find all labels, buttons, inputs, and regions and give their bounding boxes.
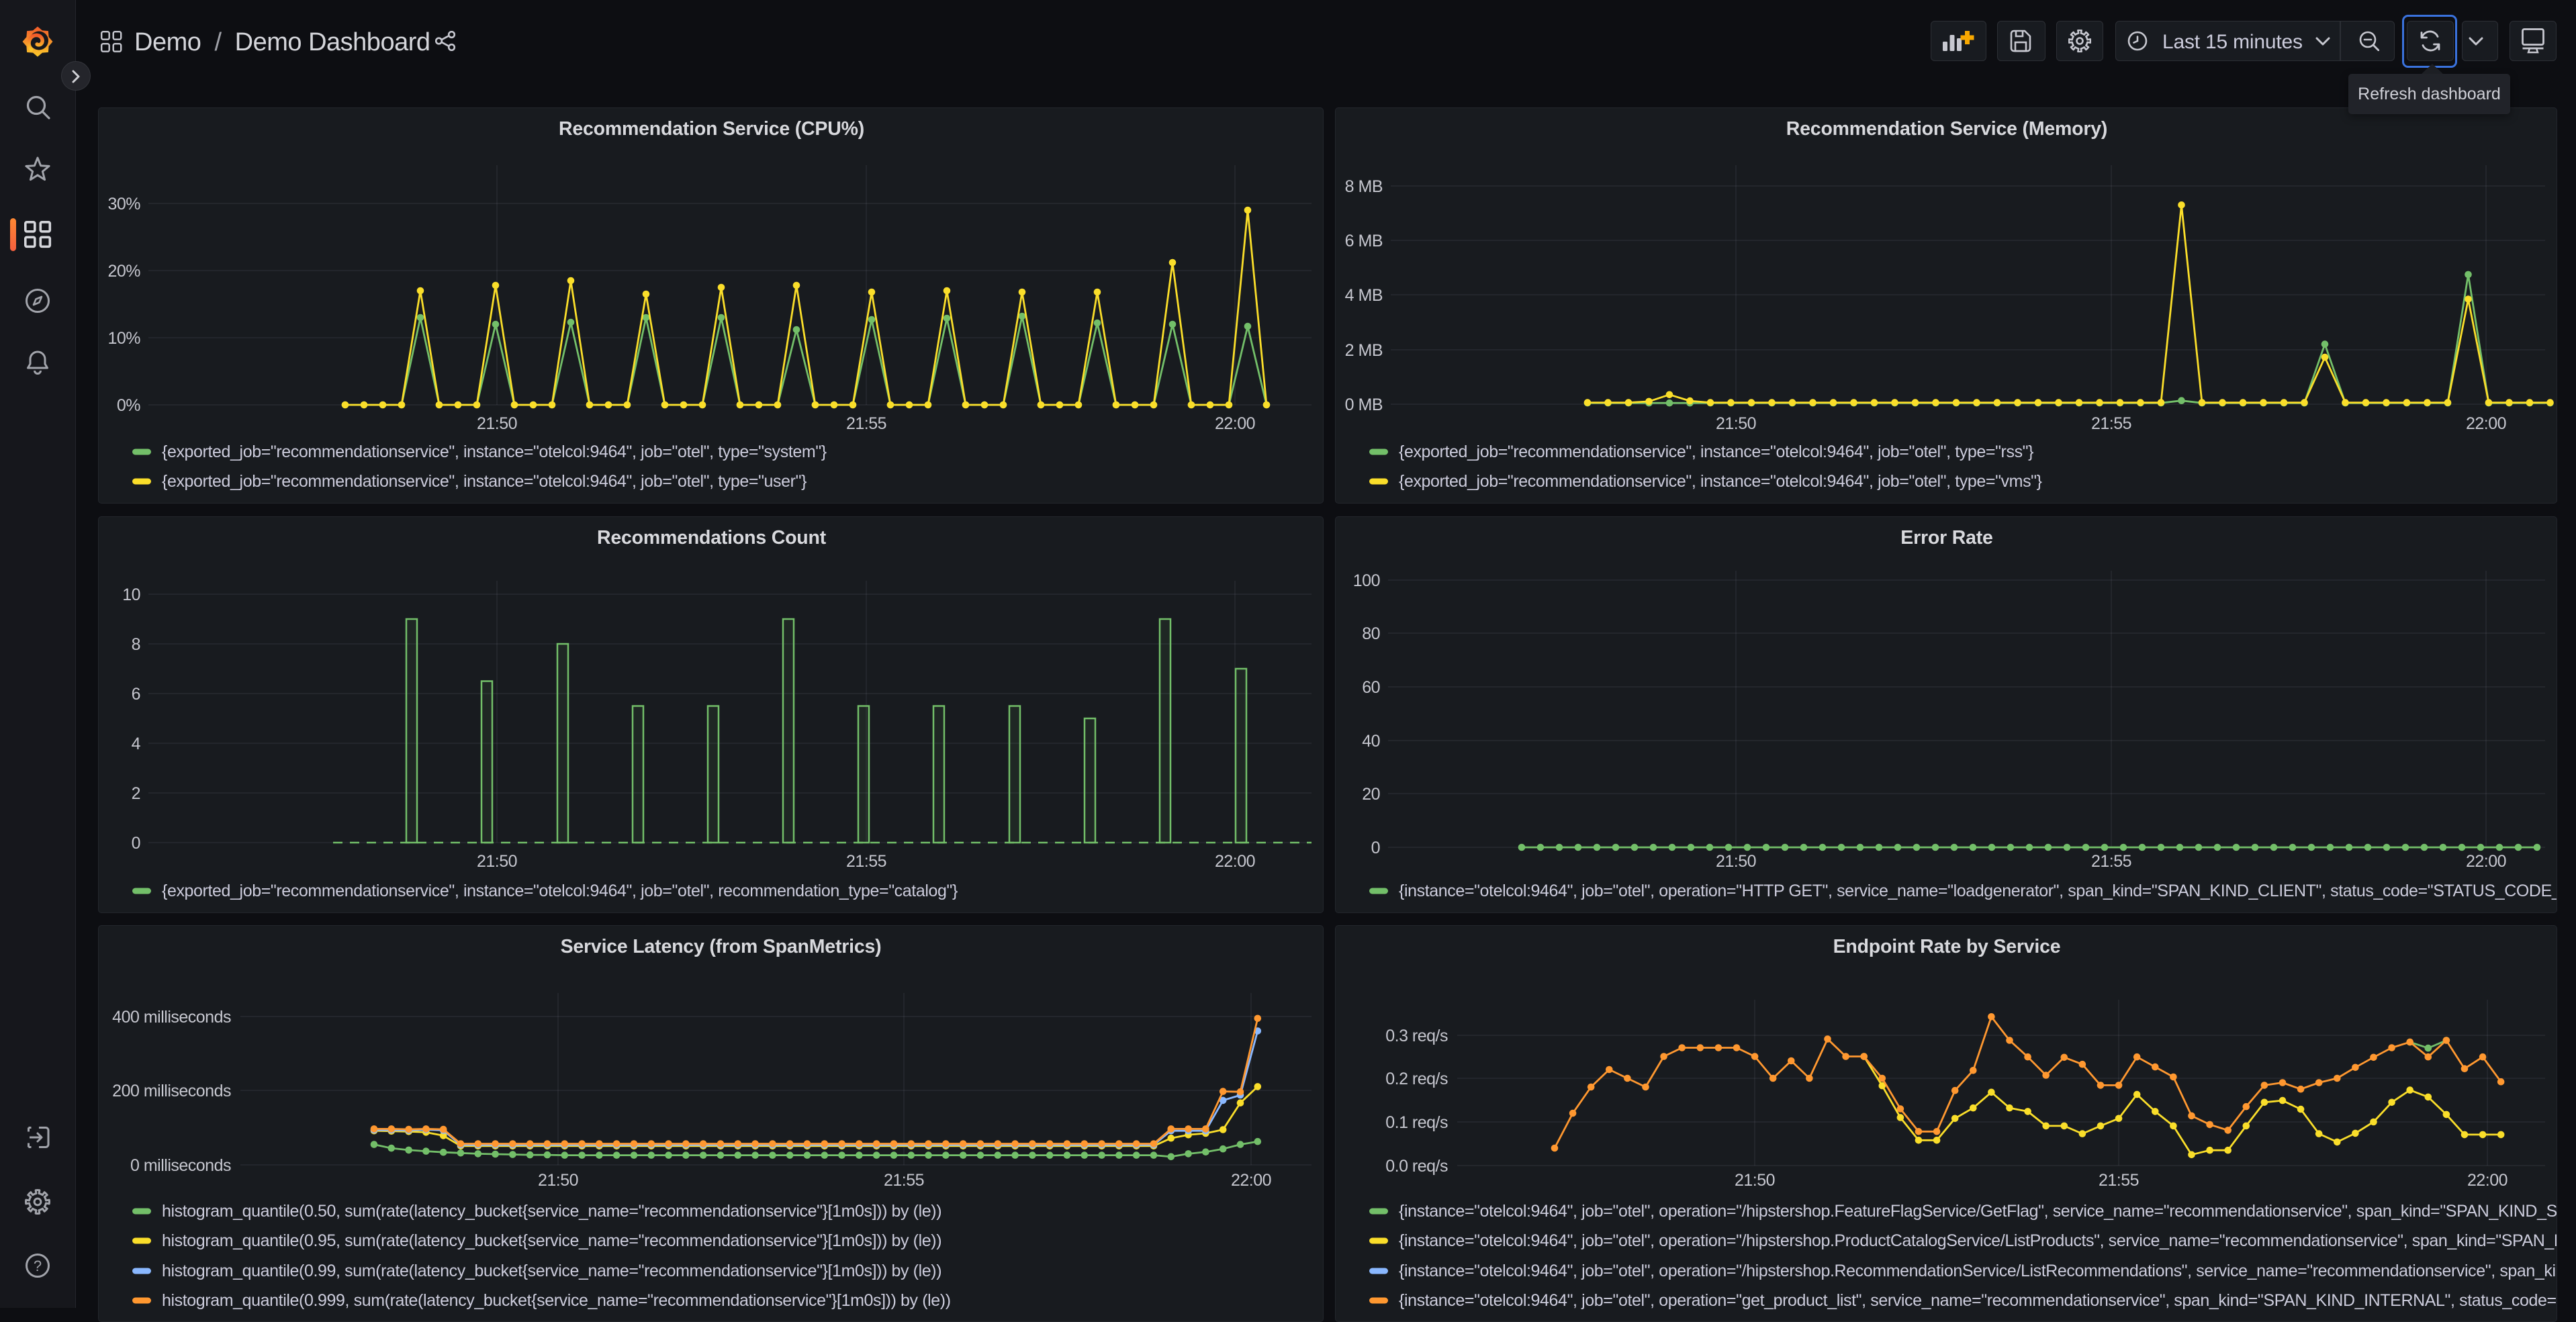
- svg-text:0 MB: 0 MB: [1345, 395, 1383, 414]
- svg-text:histogram_quantile(0.99, sum(r: histogram_quantile(0.99, sum(rate(latenc…: [162, 1262, 941, 1280]
- svg-text:Recommendation Service (Memory: Recommendation Service (Memory): [1786, 118, 2107, 140]
- svg-text:21:50: 21:50: [477, 852, 517, 871]
- svg-text:0: 0: [1371, 839, 1380, 857]
- svg-text:10%: 10%: [107, 329, 140, 348]
- svg-text:0.3 req/s: 0.3 req/s: [1385, 1027, 1448, 1045]
- svg-text:{exported_job="recommendations: {exported_job="recommendationservice", i…: [162, 472, 807, 491]
- svg-text:0.0 req/s: 0.0 req/s: [1385, 1157, 1448, 1176]
- svg-text:22:00: 22:00: [2466, 852, 2506, 871]
- svg-text:20%: 20%: [107, 262, 140, 281]
- svg-text:0.2 req/s: 0.2 req/s: [1385, 1070, 1448, 1088]
- svg-text:{exported_job="recommendations: {exported_job="recommendationservice", i…: [1399, 472, 2042, 491]
- svg-text:60: 60: [1362, 678, 1380, 697]
- svg-text:histogram_quantile(0.999, sum(: histogram_quantile(0.999, sum(rate(laten…: [162, 1291, 951, 1310]
- svg-text:{exported_job="recommendations: {exported_job="recommendationservice", i…: [1399, 442, 2033, 461]
- svg-text:4: 4: [132, 735, 141, 753]
- svg-text:22:00: 22:00: [2467, 1171, 2508, 1190]
- svg-text:21:55: 21:55: [884, 1171, 924, 1190]
- svg-text:4 MB: 4 MB: [1345, 286, 1383, 305]
- svg-text:{instance="otelcol:9464", job=: {instance="otelcol:9464", job="otel", op…: [1399, 1231, 2557, 1250]
- svg-text:20: 20: [1362, 785, 1380, 804]
- svg-text:{instance="otelcol:9464", job=: {instance="otelcol:9464", job="otel", op…: [1399, 1202, 2557, 1221]
- svg-text:21:50: 21:50: [477, 414, 517, 433]
- svg-text:22:00: 22:00: [2466, 414, 2506, 433]
- svg-text:22:00: 22:00: [1231, 1171, 1271, 1190]
- svg-text:8: 8: [132, 635, 140, 654]
- svg-text:400 milliseconds: 400 milliseconds: [112, 1008, 231, 1027]
- svg-text:21:55: 21:55: [846, 852, 886, 871]
- svg-text:0: 0: [132, 834, 140, 853]
- svg-text:21:50: 21:50: [538, 1171, 578, 1190]
- svg-text:0.1 req/s: 0.1 req/s: [1385, 1113, 1448, 1132]
- svg-text:30%: 30%: [107, 195, 140, 214]
- svg-text:8 MB: 8 MB: [1345, 177, 1383, 196]
- svg-text:Endpoint Rate by Service: Endpoint Rate by Service: [1833, 936, 2061, 957]
- svg-text:0 milliseconds: 0 milliseconds: [130, 1156, 231, 1175]
- svg-text:{exported_job="recommendations: {exported_job="recommendationservice", i…: [162, 442, 827, 461]
- svg-text:0%: 0%: [117, 396, 140, 415]
- svg-text:100: 100: [1353, 571, 1380, 590]
- svg-text:200 milliseconds: 200 milliseconds: [112, 1082, 231, 1100]
- svg-text:{exported_job="recommendations: {exported_job="recommendationservice", i…: [162, 882, 958, 900]
- svg-text:22:00: 22:00: [1215, 414, 1255, 433]
- svg-text:Recommendation Service (CPU%): Recommendation Service (CPU%): [559, 118, 864, 140]
- svg-text:21:50: 21:50: [1735, 1171, 1775, 1190]
- svg-text:?: ?: [34, 1258, 42, 1274]
- svg-text:histogram_quantile(0.50, sum(r: histogram_quantile(0.50, sum(rate(latenc…: [162, 1202, 941, 1221]
- svg-text:80: 80: [1362, 624, 1380, 643]
- svg-text:21:55: 21:55: [2099, 1171, 2139, 1190]
- svg-text:{instance="otelcol:9464", job=: {instance="otelcol:9464", job="otel", op…: [1399, 882, 2557, 900]
- svg-text:6: 6: [132, 685, 140, 704]
- svg-text:21:50: 21:50: [1716, 414, 1756, 433]
- svg-text:Service Latency (from SpanMetr: Service Latency (from SpanMetrics): [561, 936, 882, 957]
- svg-text:2 MB: 2 MB: [1345, 341, 1383, 360]
- svg-text:21:55: 21:55: [846, 414, 886, 433]
- svg-text:6 MB: 6 MB: [1345, 232, 1383, 250]
- svg-text:2: 2: [132, 784, 140, 803]
- svg-text:Error Rate: Error Rate: [1900, 527, 1992, 549]
- svg-text:21:55: 21:55: [2091, 414, 2131, 433]
- svg-text:{instance="otelcol:9464", job=: {instance="otelcol:9464", job="otel", op…: [1399, 1291, 2557, 1310]
- svg-text:Recommendations Count: Recommendations Count: [597, 527, 827, 549]
- svg-text:40: 40: [1362, 732, 1380, 751]
- svg-text:{instance="otelcol:9464", job=: {instance="otelcol:9464", job="otel", op…: [1399, 1262, 2557, 1280]
- svg-text:histogram_quantile(0.95, sum(r: histogram_quantile(0.95, sum(rate(latenc…: [162, 1231, 941, 1250]
- svg-text:10: 10: [122, 585, 140, 604]
- svg-text:21:50: 21:50: [1716, 852, 1756, 871]
- svg-text:21:55: 21:55: [2091, 852, 2131, 871]
- svg-text:22:00: 22:00: [1215, 852, 1255, 871]
